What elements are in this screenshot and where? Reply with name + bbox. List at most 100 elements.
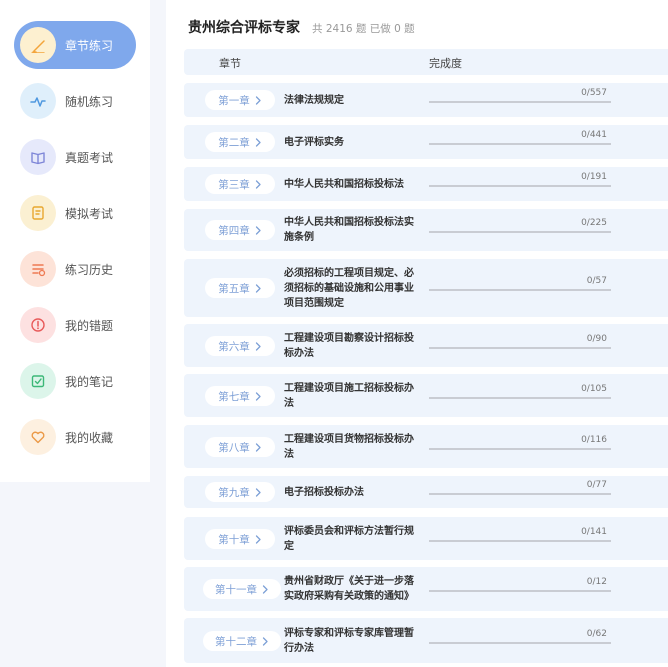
chapter-button[interactable]: 第三章	[205, 174, 275, 194]
chapter-name: 工程建设项目施工招标投标办法	[284, 383, 414, 409]
chapter-button[interactable]: 第十二章	[203, 631, 281, 651]
chapter-name: 电子评标实务	[284, 137, 344, 148]
sidebar-item-4[interactable]: 模拟考试	[14, 189, 136, 237]
chapter-label: 第十一章	[215, 583, 257, 596]
error-icon	[20, 307, 56, 343]
chapter-button[interactable]: 第五章	[205, 278, 275, 298]
sidebar-item-label: 章节练习	[65, 38, 114, 53]
progress-count: 0/12	[586, 577, 607, 587]
progress-count: 0/557	[581, 88, 607, 98]
chevron-right-icon	[255, 341, 261, 351]
chapter-name: 评标专家和评标专家库管理暂行办法	[284, 628, 414, 654]
chapter-label: 第四章	[218, 224, 250, 237]
chapter-row[interactable]: 第一章 法律法规规定 0/557	[184, 83, 668, 117]
chapter-label: 第九章	[218, 486, 250, 499]
chapter-button[interactable]: 第一章	[205, 90, 275, 110]
chapter-row[interactable]: 第二章 电子评标实务 0/441	[184, 125, 668, 159]
chapter-label: 第三章	[218, 178, 250, 191]
sidebar-item-7[interactable]: 我的笔记	[14, 357, 136, 405]
chevron-right-icon	[255, 442, 261, 452]
pencil-icon	[20, 27, 56, 63]
book-icon	[20, 139, 56, 175]
progress-count: 0/441	[581, 130, 607, 140]
chapter-button[interactable]: 第二章	[205, 132, 275, 152]
chapter-row[interactable]: 第三章 中华人民共和国招标投标法 0/191	[184, 167, 668, 201]
chapter-name: 法律法规规定	[284, 95, 344, 106]
note-icon	[20, 363, 56, 399]
progress-count: 0/116	[581, 435, 607, 445]
sidebar-item-label: 真题考试	[65, 150, 114, 165]
chapter-label: 第十二章	[215, 635, 257, 648]
sidebar-item-8[interactable]: 我的收藏	[14, 413, 136, 461]
chevron-right-icon	[262, 584, 268, 594]
progress-bar	[429, 101, 611, 103]
chapter-label: 第七章	[218, 390, 250, 403]
chapter-label: 第一章	[218, 94, 250, 107]
sidebar-item-6[interactable]: 我的错题	[14, 301, 136, 349]
progress-count: 0/77	[586, 480, 607, 490]
chapter-row[interactable]: 第十二章 评标专家和评标专家库管理暂行办法 0/62	[184, 618, 668, 663]
progress-count: 0/225	[581, 218, 607, 228]
chevron-right-icon	[255, 283, 261, 293]
title-row: 贵州综合评标专家 共 2416 题 已做 0 题	[188, 17, 415, 37]
progress-bar	[429, 590, 611, 592]
progress-bar	[429, 185, 611, 187]
chapter-row[interactable]: 第九章 电子招标投标办法 0/77	[184, 476, 668, 508]
chevron-right-icon	[262, 636, 268, 646]
progress-bar	[429, 397, 611, 399]
progress-bar	[429, 448, 611, 450]
chapter-button[interactable]: 第八章	[205, 437, 275, 457]
column-header-chapter: 章节	[219, 57, 241, 70]
chapter-row[interactable]: 第十章 评标委员会和评标方法暂行规定 0/141	[184, 517, 668, 560]
chapter-button[interactable]: 第十章	[205, 529, 275, 549]
progress-bar	[429, 642, 611, 644]
progress-bar	[429, 143, 611, 145]
chapter-label: 第五章	[218, 282, 250, 295]
sidebar-item-2[interactable]: 随机练习	[14, 77, 136, 125]
chapter-button[interactable]: 第七章	[205, 386, 275, 406]
progress-count: 0/57	[586, 276, 607, 286]
chevron-right-icon	[255, 137, 261, 147]
edit-document-icon	[20, 195, 56, 231]
chapter-name: 工程建设项目货物招标投标办法	[284, 434, 414, 460]
chapter-name: 工程建设项目勘察设计招标投标办法	[284, 333, 414, 359]
progress-count: 0/105	[581, 384, 607, 394]
page-title: 贵州综合评标专家	[188, 20, 300, 36]
sidebar-item-5[interactable]: 练习历史	[14, 245, 136, 293]
column-header-progress: 完成度	[429, 57, 462, 70]
sidebar-item-label: 我的笔记	[65, 374, 114, 389]
chapter-button[interactable]: 第九章	[205, 482, 275, 502]
chevron-right-icon	[255, 225, 261, 235]
chapter-button[interactable]: 第六章	[205, 336, 275, 356]
chapter-row[interactable]: 第五章 必须招标的工程项目规定、必须招标的基础设施和公用事业项目范围规定 0/57	[184, 259, 668, 317]
sidebar-item-label: 随机练习	[65, 94, 114, 109]
progress-count: 0/141	[581, 527, 607, 537]
chapter-name: 中华人民共和国招标投标法实施条例	[284, 217, 414, 243]
progress-bar	[429, 540, 611, 542]
sidebar-item-label: 我的错题	[65, 318, 114, 333]
progress-bar	[429, 347, 611, 349]
chapter-name: 中华人民共和国招标投标法	[284, 179, 404, 190]
history-list-icon	[20, 251, 56, 287]
progress-count: 0/90	[586, 334, 607, 344]
question-summary: 共 2416 题 已做 0 题	[312, 23, 415, 35]
chapter-name: 贵州省财政厅《关于进一步落实政府采购有关政策的通知》	[284, 576, 414, 602]
sidebar-item-label: 练习历史	[65, 262, 114, 277]
chapter-row[interactable]: 第十一章 贵州省财政厅《关于进一步落实政府采购有关政策的通知》 0/12	[184, 567, 668, 611]
chapter-row[interactable]: 第八章 工程建设项目货物招标投标办法 0/116	[184, 425, 668, 468]
chapter-row[interactable]: 第六章 工程建设项目勘察设计招标投标办法 0/90	[184, 324, 668, 367]
chapter-label: 第六章	[218, 340, 250, 353]
chapter-row[interactable]: 第四章 中华人民共和国招标投标法实施条例 0/225	[184, 209, 668, 251]
chevron-right-icon	[255, 487, 261, 497]
sidebar-item-3[interactable]: 真题考试	[14, 133, 136, 181]
main-panel: 贵州综合评标专家 共 2416 题 已做 0 题 章节 完成度 第一章 法律法规规…	[166, 0, 668, 667]
chapter-button[interactable]: 第十一章	[203, 579, 281, 599]
chapter-label: 第十章	[218, 533, 250, 546]
chapter-button[interactable]: 第四章	[205, 220, 275, 240]
sidebar-item-label: 我的收藏	[65, 430, 114, 445]
sidebar-item-1[interactable]: 章节练习	[14, 21, 136, 69]
progress-bar	[429, 493, 611, 495]
chapter-name: 电子招标投标办法	[284, 487, 364, 498]
chevron-right-icon	[255, 391, 261, 401]
chapter-row[interactable]: 第七章 工程建设项目施工招标投标办法 0/105	[184, 374, 668, 417]
